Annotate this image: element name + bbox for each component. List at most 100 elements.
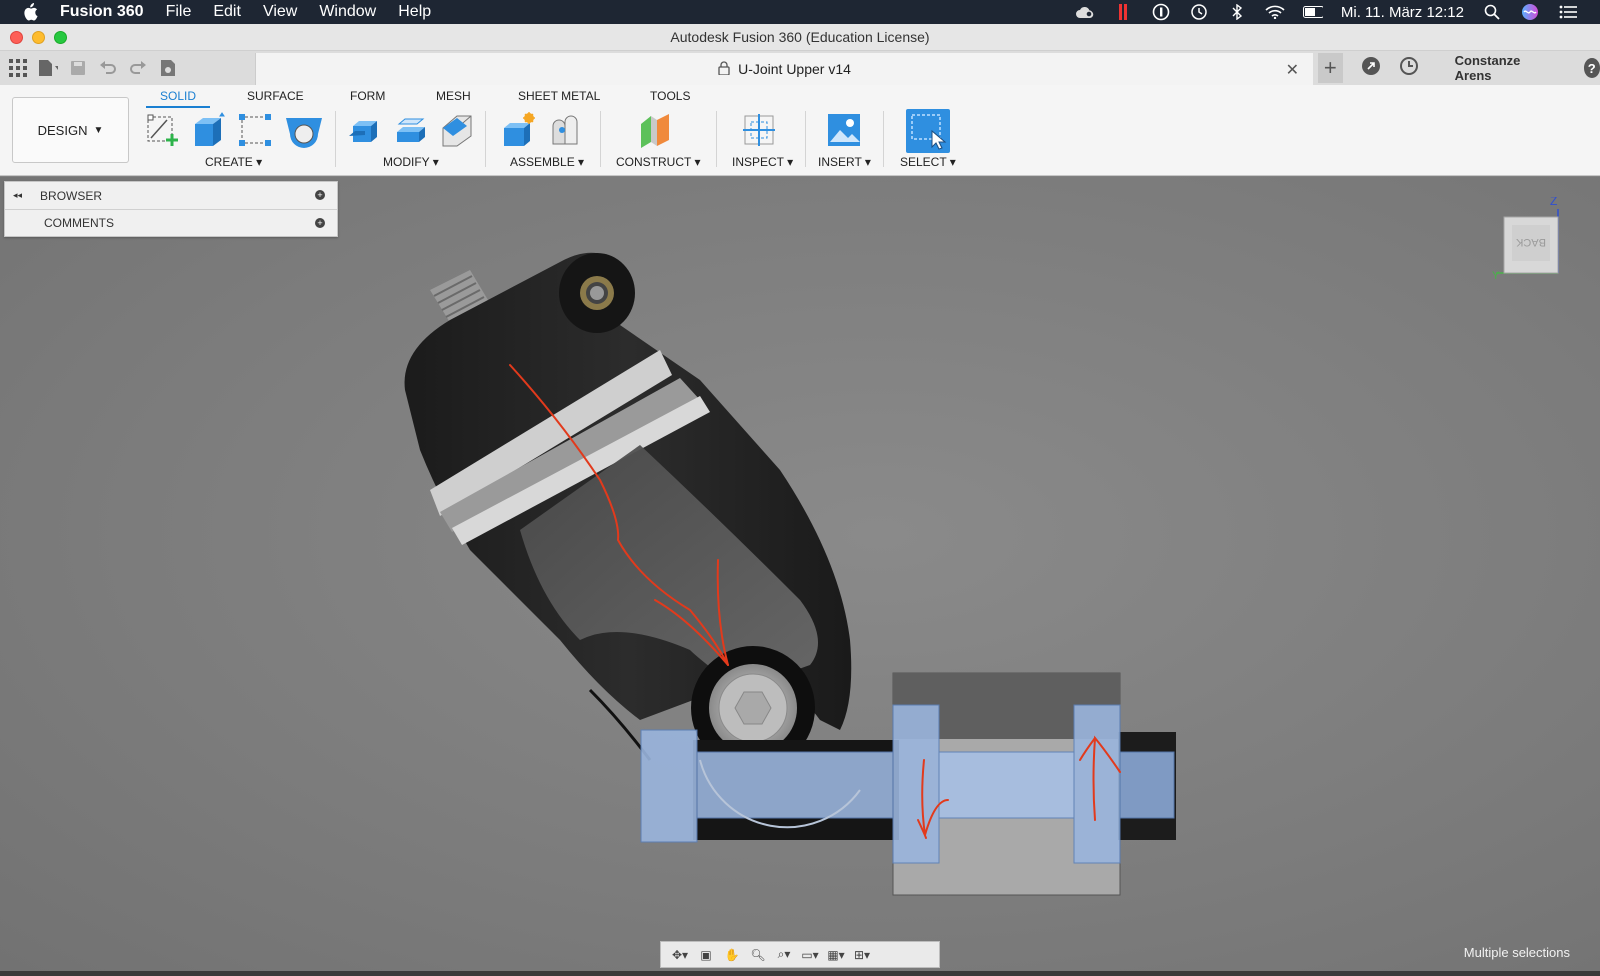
create-group-label[interactable]: CREATE ▾ xyxy=(205,155,262,169)
menu-view[interactable]: View xyxy=(263,3,297,21)
chevron-down-icon: ▼ xyxy=(93,124,104,136)
notification-center-icon[interactable] xyxy=(1558,4,1578,20)
new-component-icon[interactable] xyxy=(500,111,538,149)
document-tab[interactable]: U-Joint Upper v14 ✕ xyxy=(255,53,1313,85)
zoom-icon[interactable]: 🔍︎ xyxy=(747,946,769,964)
fillet-icon[interactable] xyxy=(392,111,430,149)
collapse-arrows-icon[interactable]: ◂◂ xyxy=(13,190,22,201)
tab-solid[interactable]: SOLID xyxy=(160,89,196,103)
measure-icon[interactable] xyxy=(740,111,778,149)
apple-icon[interactable] xyxy=(22,3,42,21)
tab-surface[interactable]: SURFACE xyxy=(247,89,304,103)
menu-window[interactable]: Window xyxy=(319,3,376,21)
redo-icon[interactable] xyxy=(128,58,148,78)
window-title: Autodesk Fusion 360 (Education License) xyxy=(670,29,930,45)
data-panel-grid-icon[interactable] xyxy=(8,58,28,78)
insert-canvas-icon[interactable] xyxy=(825,111,863,149)
ribbon-separator xyxy=(485,111,486,167)
toolbar-ribbon: DESIGN ▼ SOLID SURFACE FORM MESH SHEET M… xyxy=(0,85,1600,176)
3d-viewport[interactable] xyxy=(0,177,1600,971)
window-zoom-button[interactable] xyxy=(54,31,67,44)
chamfer-icon[interactable] xyxy=(438,111,476,149)
user-account-name[interactable]: Constanze Arens xyxy=(1455,53,1542,83)
wifi-icon[interactable] xyxy=(1265,4,1285,20)
active-tab-indicator xyxy=(146,106,210,108)
insert-group-label[interactable]: INSERT ▾ xyxy=(818,155,871,169)
ribbon-separator xyxy=(600,111,601,167)
offset-plane-icon[interactable] xyxy=(636,111,674,149)
1password-icon[interactable] xyxy=(1151,3,1171,21)
viewports-icon[interactable]: ⊞▾ xyxy=(851,946,873,964)
document-title: U-Joint Upper v14 xyxy=(738,61,851,77)
view-cube[interactable]: Z Y BACK xyxy=(1492,194,1568,283)
tab-form[interactable]: FORM xyxy=(350,89,385,103)
job-status-icon[interactable] xyxy=(158,58,178,78)
construct-group-label[interactable]: CONSTRUCT ▾ xyxy=(616,155,700,169)
macos-menu-bar: Fusion 360 File Edit View Window Help Mi… xyxy=(0,0,1600,24)
save-icon[interactable] xyxy=(68,58,88,78)
tab-tools[interactable]: TOOLS xyxy=(650,89,690,103)
menu-help[interactable]: Help xyxy=(398,3,431,21)
window-minimize-button[interactable] xyxy=(32,31,45,44)
comments-label: COMMENTS xyxy=(44,216,114,230)
document-tab-row: U-Joint Upper v14 ✕ + Constanze Arens ? xyxy=(0,51,1600,85)
menu-edit[interactable]: Edit xyxy=(213,3,241,21)
ribbon-separator xyxy=(805,111,806,167)
add-browser-icon[interactable]: + xyxy=(315,190,325,200)
extrude-icon[interactable] xyxy=(190,111,228,149)
siri-icon[interactable] xyxy=(1520,4,1540,20)
browser-label: BROWSER xyxy=(40,188,103,203)
extensions-icon[interactable] xyxy=(1361,56,1381,81)
modify-group-label[interactable]: MODIFY ▾ xyxy=(383,155,439,169)
menubar-clock[interactable]: Mi. 11. März 12:12 xyxy=(1341,4,1464,21)
grid-settings-icon[interactable]: ▦▾ xyxy=(825,946,847,964)
pause-icon[interactable] xyxy=(1113,4,1133,20)
browser-row[interactable]: ◂◂ BROWSER + xyxy=(5,182,337,209)
close-tab-icon[interactable]: ✕ xyxy=(1286,60,1299,80)
search-icon[interactable] xyxy=(1482,4,1502,20)
shell-hole-icon[interactable] xyxy=(282,111,326,149)
bottom-timeline-strip[interactable] xyxy=(0,971,1600,976)
creative-cloud-icon[interactable] xyxy=(1075,4,1095,20)
assemble-group-label[interactable]: ASSEMBLE ▾ xyxy=(510,155,584,169)
time-machine-icon[interactable] xyxy=(1189,4,1209,20)
orbit-icon[interactable]: ✥▾ xyxy=(669,946,691,964)
select-group-label[interactable]: SELECT ▾ xyxy=(900,155,956,169)
app-name-menu[interactable]: Fusion 360 xyxy=(60,3,144,21)
undo-icon[interactable] xyxy=(98,58,118,78)
lock-icon xyxy=(718,60,730,78)
tab-sheet-metal[interactable]: SHEET METAL xyxy=(518,89,600,103)
bluetooth-icon[interactable] xyxy=(1227,4,1247,20)
sketch-dimension-icon[interactable] xyxy=(236,111,274,149)
tab-mesh[interactable]: MESH xyxy=(436,89,471,103)
u-joint-model[interactable] xyxy=(0,177,1600,971)
ribbon-separator xyxy=(716,111,717,167)
job-history-clock-icon[interactable] xyxy=(1399,56,1419,81)
joint-icon[interactable] xyxy=(546,111,584,149)
pan-hand-icon[interactable]: ✋ xyxy=(721,946,743,964)
display-settings-icon[interactable]: ▭▾ xyxy=(799,946,821,964)
press-pull-icon[interactable] xyxy=(346,111,384,149)
add-comment-icon[interactable]: + xyxy=(315,218,325,228)
look-at-icon[interactable]: ▣ xyxy=(695,946,717,964)
inspect-group-label[interactable]: INSPECT ▾ xyxy=(732,155,793,169)
axis-y-label: Y xyxy=(1492,270,1500,282)
browser-panel: ◂◂ BROWSER + COMMENTS + xyxy=(4,181,338,237)
create-sketch-icon[interactable] xyxy=(144,111,182,149)
zoom-window-icon[interactable]: ⌕▾ xyxy=(773,946,795,964)
window-close-button[interactable] xyxy=(10,31,23,44)
new-tab-plus-icon[interactable]: + xyxy=(1318,53,1343,83)
menu-file[interactable]: File xyxy=(166,3,192,21)
quick-access-toolbar xyxy=(0,51,255,85)
ribbon-separator xyxy=(335,111,336,167)
help-icon[interactable]: ? xyxy=(1583,58,1600,78)
viewcube-face-label: BACK xyxy=(1515,236,1546,248)
selection-status: Multiple selections xyxy=(1463,945,1570,960)
select-tool-icon[interactable] xyxy=(906,109,950,153)
window-title-bar: Autodesk Fusion 360 (Education License) xyxy=(0,24,1600,51)
workspace-label: DESIGN xyxy=(37,122,88,138)
workspace-switcher-button[interactable]: DESIGN ▼ xyxy=(12,97,129,163)
comments-row[interactable]: COMMENTS + xyxy=(5,209,337,236)
file-menu-icon[interactable] xyxy=(38,58,58,78)
battery-icon[interactable] xyxy=(1302,4,1323,20)
